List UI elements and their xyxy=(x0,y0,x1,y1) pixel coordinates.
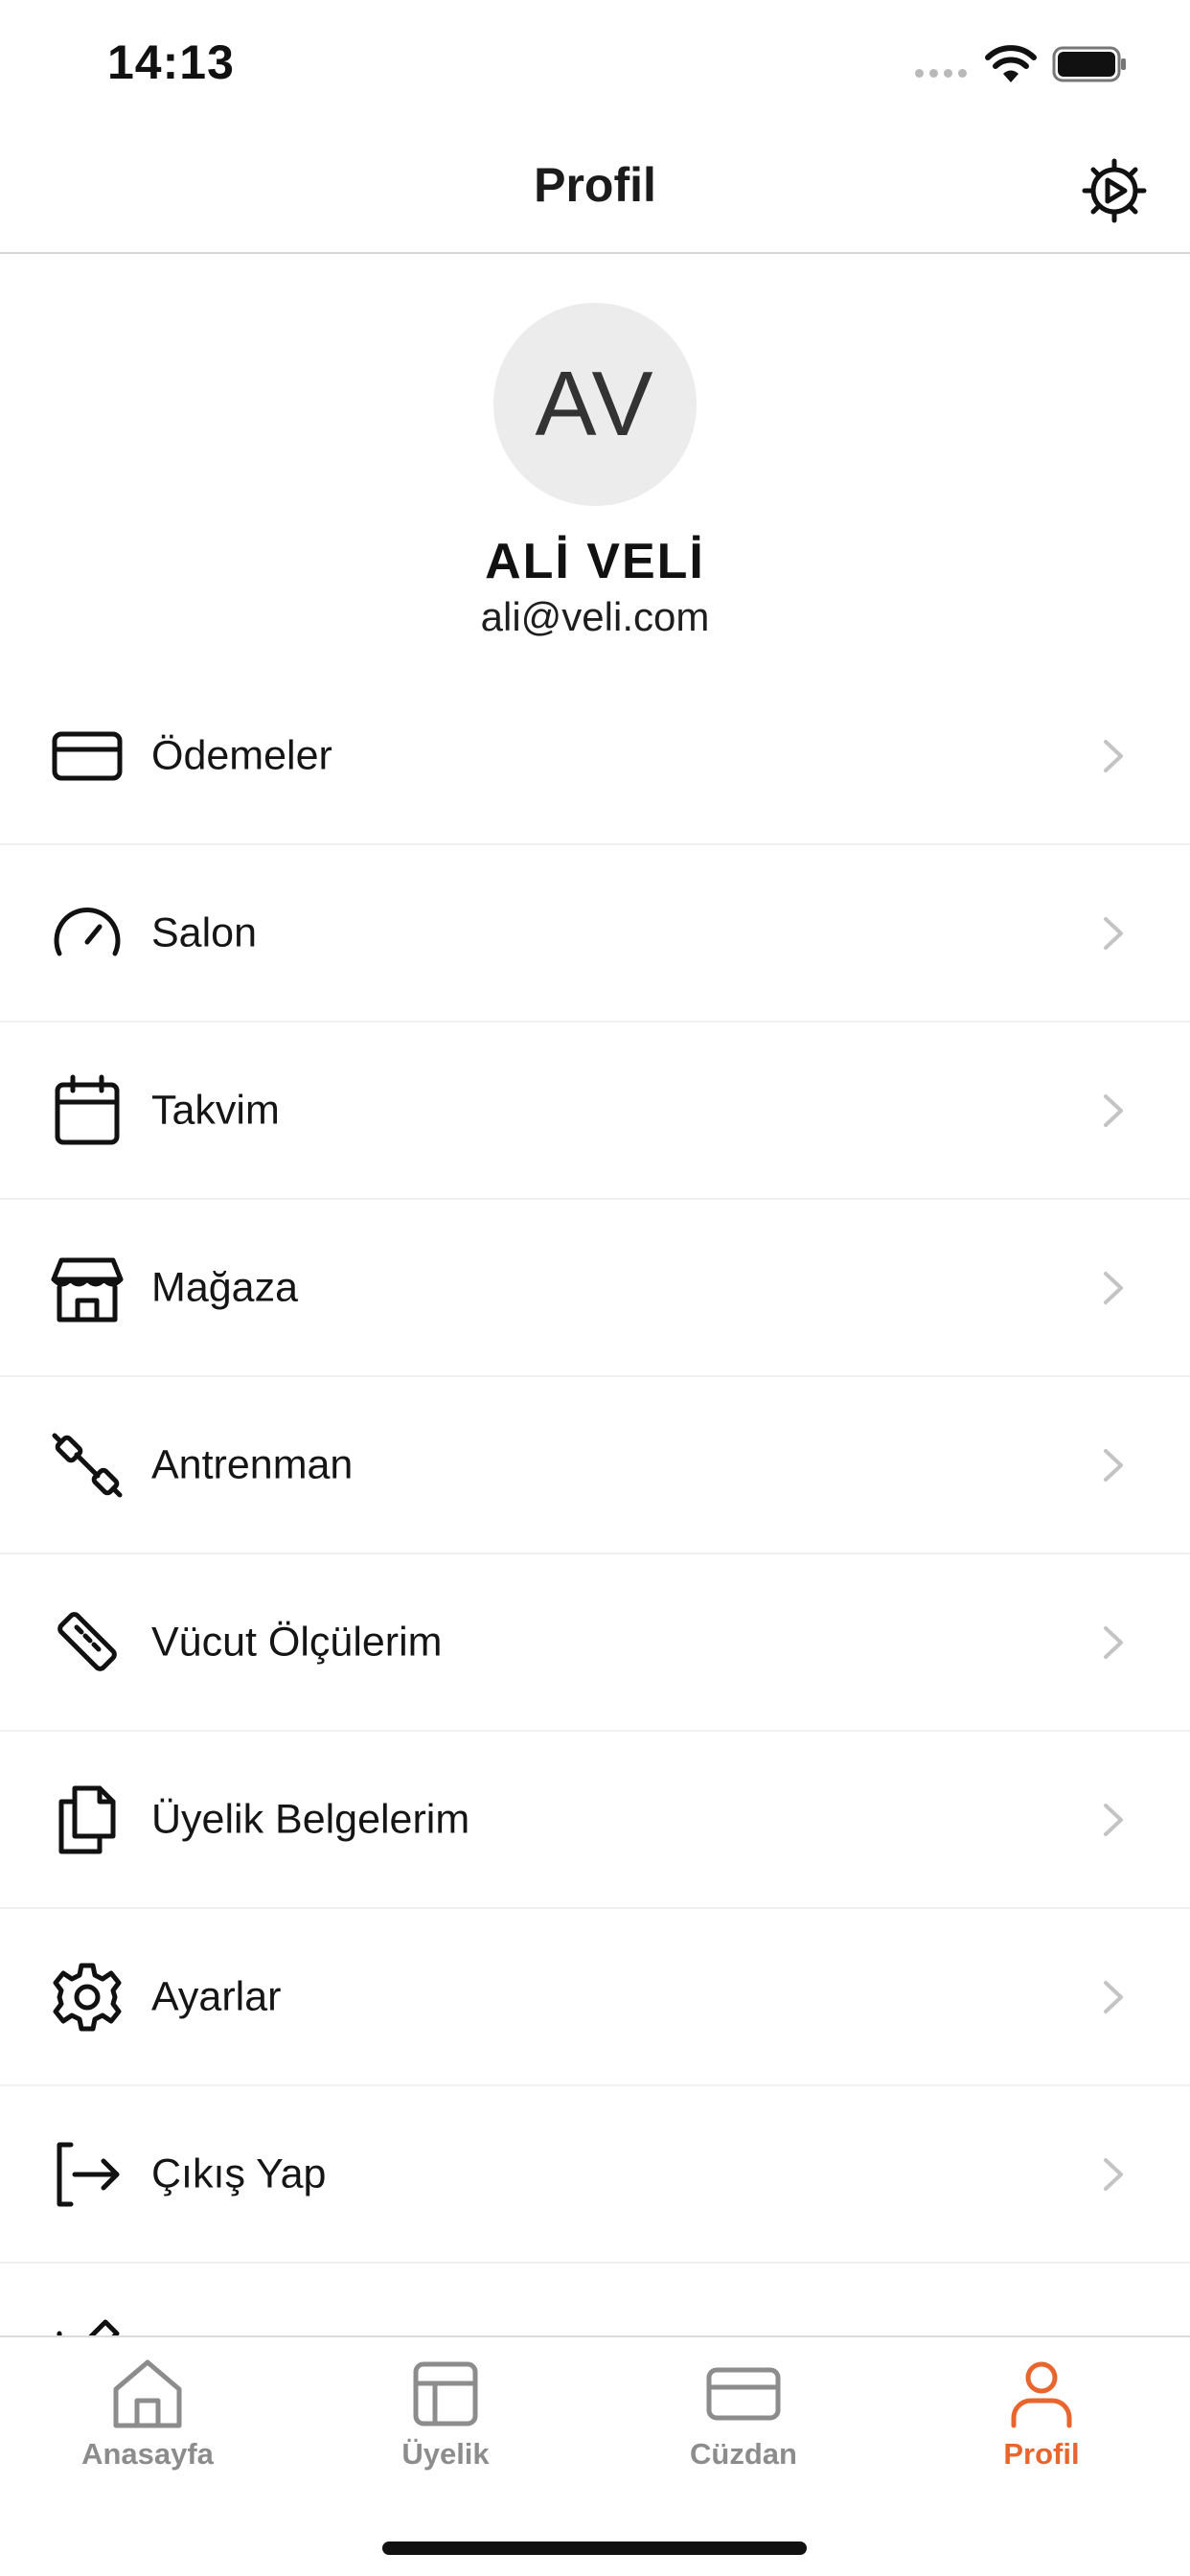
chevron-right-icon xyxy=(1104,916,1123,950)
gear-icon xyxy=(53,1963,122,2031)
chevron-right-icon xyxy=(1104,739,1123,772)
tab-label: Profil xyxy=(1003,2437,1080,2471)
menu-item-odemeler[interactable]: Ödemeler xyxy=(0,668,1190,845)
menu-item-label: Antrenman xyxy=(151,1441,354,1487)
wifi-icon xyxy=(985,45,1037,82)
nav-header: Profil xyxy=(0,128,1190,254)
home-icon xyxy=(113,2359,182,2428)
menu-item-label: Salon xyxy=(151,909,257,955)
profile-email: ali@veli.com xyxy=(480,594,710,639)
status-bar: 14:13 xyxy=(0,0,1190,128)
menu-item-magaza[interactable]: Mağaza xyxy=(0,1200,1190,1377)
menu-item-label: Ayarlar xyxy=(151,1973,282,2019)
chevron-right-icon xyxy=(1104,1093,1123,1127)
menu-item-label: Takvim xyxy=(151,1087,280,1133)
menu-item-label: Vücut Ölçülerim xyxy=(151,1619,443,1665)
avatar-initials: AV xyxy=(535,353,655,455)
menu-item-salon[interactable]: Salon xyxy=(0,845,1190,1023)
chevron-right-icon xyxy=(1104,1271,1123,1304)
menu-item-label: Üyelik Belgelerim xyxy=(151,1796,470,1842)
tab-label: Cüzdan xyxy=(690,2437,797,2471)
credit-card-icon xyxy=(52,731,123,780)
dumbbell-icon xyxy=(52,1433,123,1497)
menu-item-ayarlar[interactable]: Ayarlar xyxy=(0,1909,1190,2086)
chevron-right-icon xyxy=(1104,1625,1123,1659)
menu-item-antrenman[interactable]: Antrenman xyxy=(0,1377,1190,1554)
menu-item-label: Çıkış Yap xyxy=(151,2150,327,2196)
menu-item-vucut-olculerim[interactable]: Vücut Ölçülerim xyxy=(0,1554,1190,1732)
documents-icon xyxy=(58,1785,116,1853)
profile-screen: 14:13 Profil AV ALİ VELİ ali@veli.com Öd… xyxy=(0,0,1190,2576)
menu-item-partial[interactable] xyxy=(0,2264,1190,2335)
gauge-icon xyxy=(54,907,121,955)
tab-profil[interactable]: Profil xyxy=(946,2357,1137,2500)
avatar[interactable]: AV xyxy=(493,303,697,506)
tab-cuzdan[interactable]: Cüzdan xyxy=(648,2357,839,2500)
logout-icon xyxy=(57,2142,120,2206)
wallet-card-icon xyxy=(706,2367,781,2421)
profile-menu: Ödemeler Salon Takvim Mağaza Antrenman V… xyxy=(0,668,1190,2335)
bottom-tab-bar: Anasayfa Üyelik Cüzdan Profil xyxy=(0,2335,1190,2576)
ruler-icon xyxy=(57,1611,117,1671)
battery-icon xyxy=(1052,46,1126,82)
calendar-icon xyxy=(55,1074,120,1144)
store-icon xyxy=(51,1257,124,1322)
tab-label: Üyelik xyxy=(401,2437,490,2471)
layout-icon xyxy=(413,2361,478,2426)
menu-item-uyelik-belgelerim[interactable]: Üyelik Belgelerim xyxy=(0,1732,1190,1909)
edit-icon xyxy=(57,2319,120,2335)
tab-uyelik[interactable]: Üyelik xyxy=(350,2357,541,2500)
menu-item-label: Ödemeler xyxy=(151,732,332,778)
chevron-right-icon xyxy=(1104,1448,1123,1482)
tab-anasayfa[interactable]: Anasayfa xyxy=(52,2357,243,2500)
settings-gear-icon[interactable] xyxy=(1081,157,1148,224)
menu-item-cikis-yap[interactable]: Çıkış Yap xyxy=(0,2086,1190,2264)
status-time: 14:13 xyxy=(107,35,235,89)
menu-item-takvim[interactable]: Takvim xyxy=(0,1023,1190,1200)
menu-item-label: Mağaza xyxy=(151,1264,298,1310)
chevron-right-icon xyxy=(1104,1803,1123,1836)
profile-name: ALİ VELİ xyxy=(485,534,705,589)
tab-label: Anasayfa xyxy=(81,2437,214,2471)
chevron-right-icon xyxy=(1104,2157,1123,2191)
user-icon xyxy=(1011,2361,1072,2428)
cellular-signal-icon xyxy=(915,69,967,78)
page-title: Profil xyxy=(534,158,656,212)
chevron-right-icon xyxy=(1104,1980,1123,2013)
home-indicator xyxy=(382,2542,807,2555)
